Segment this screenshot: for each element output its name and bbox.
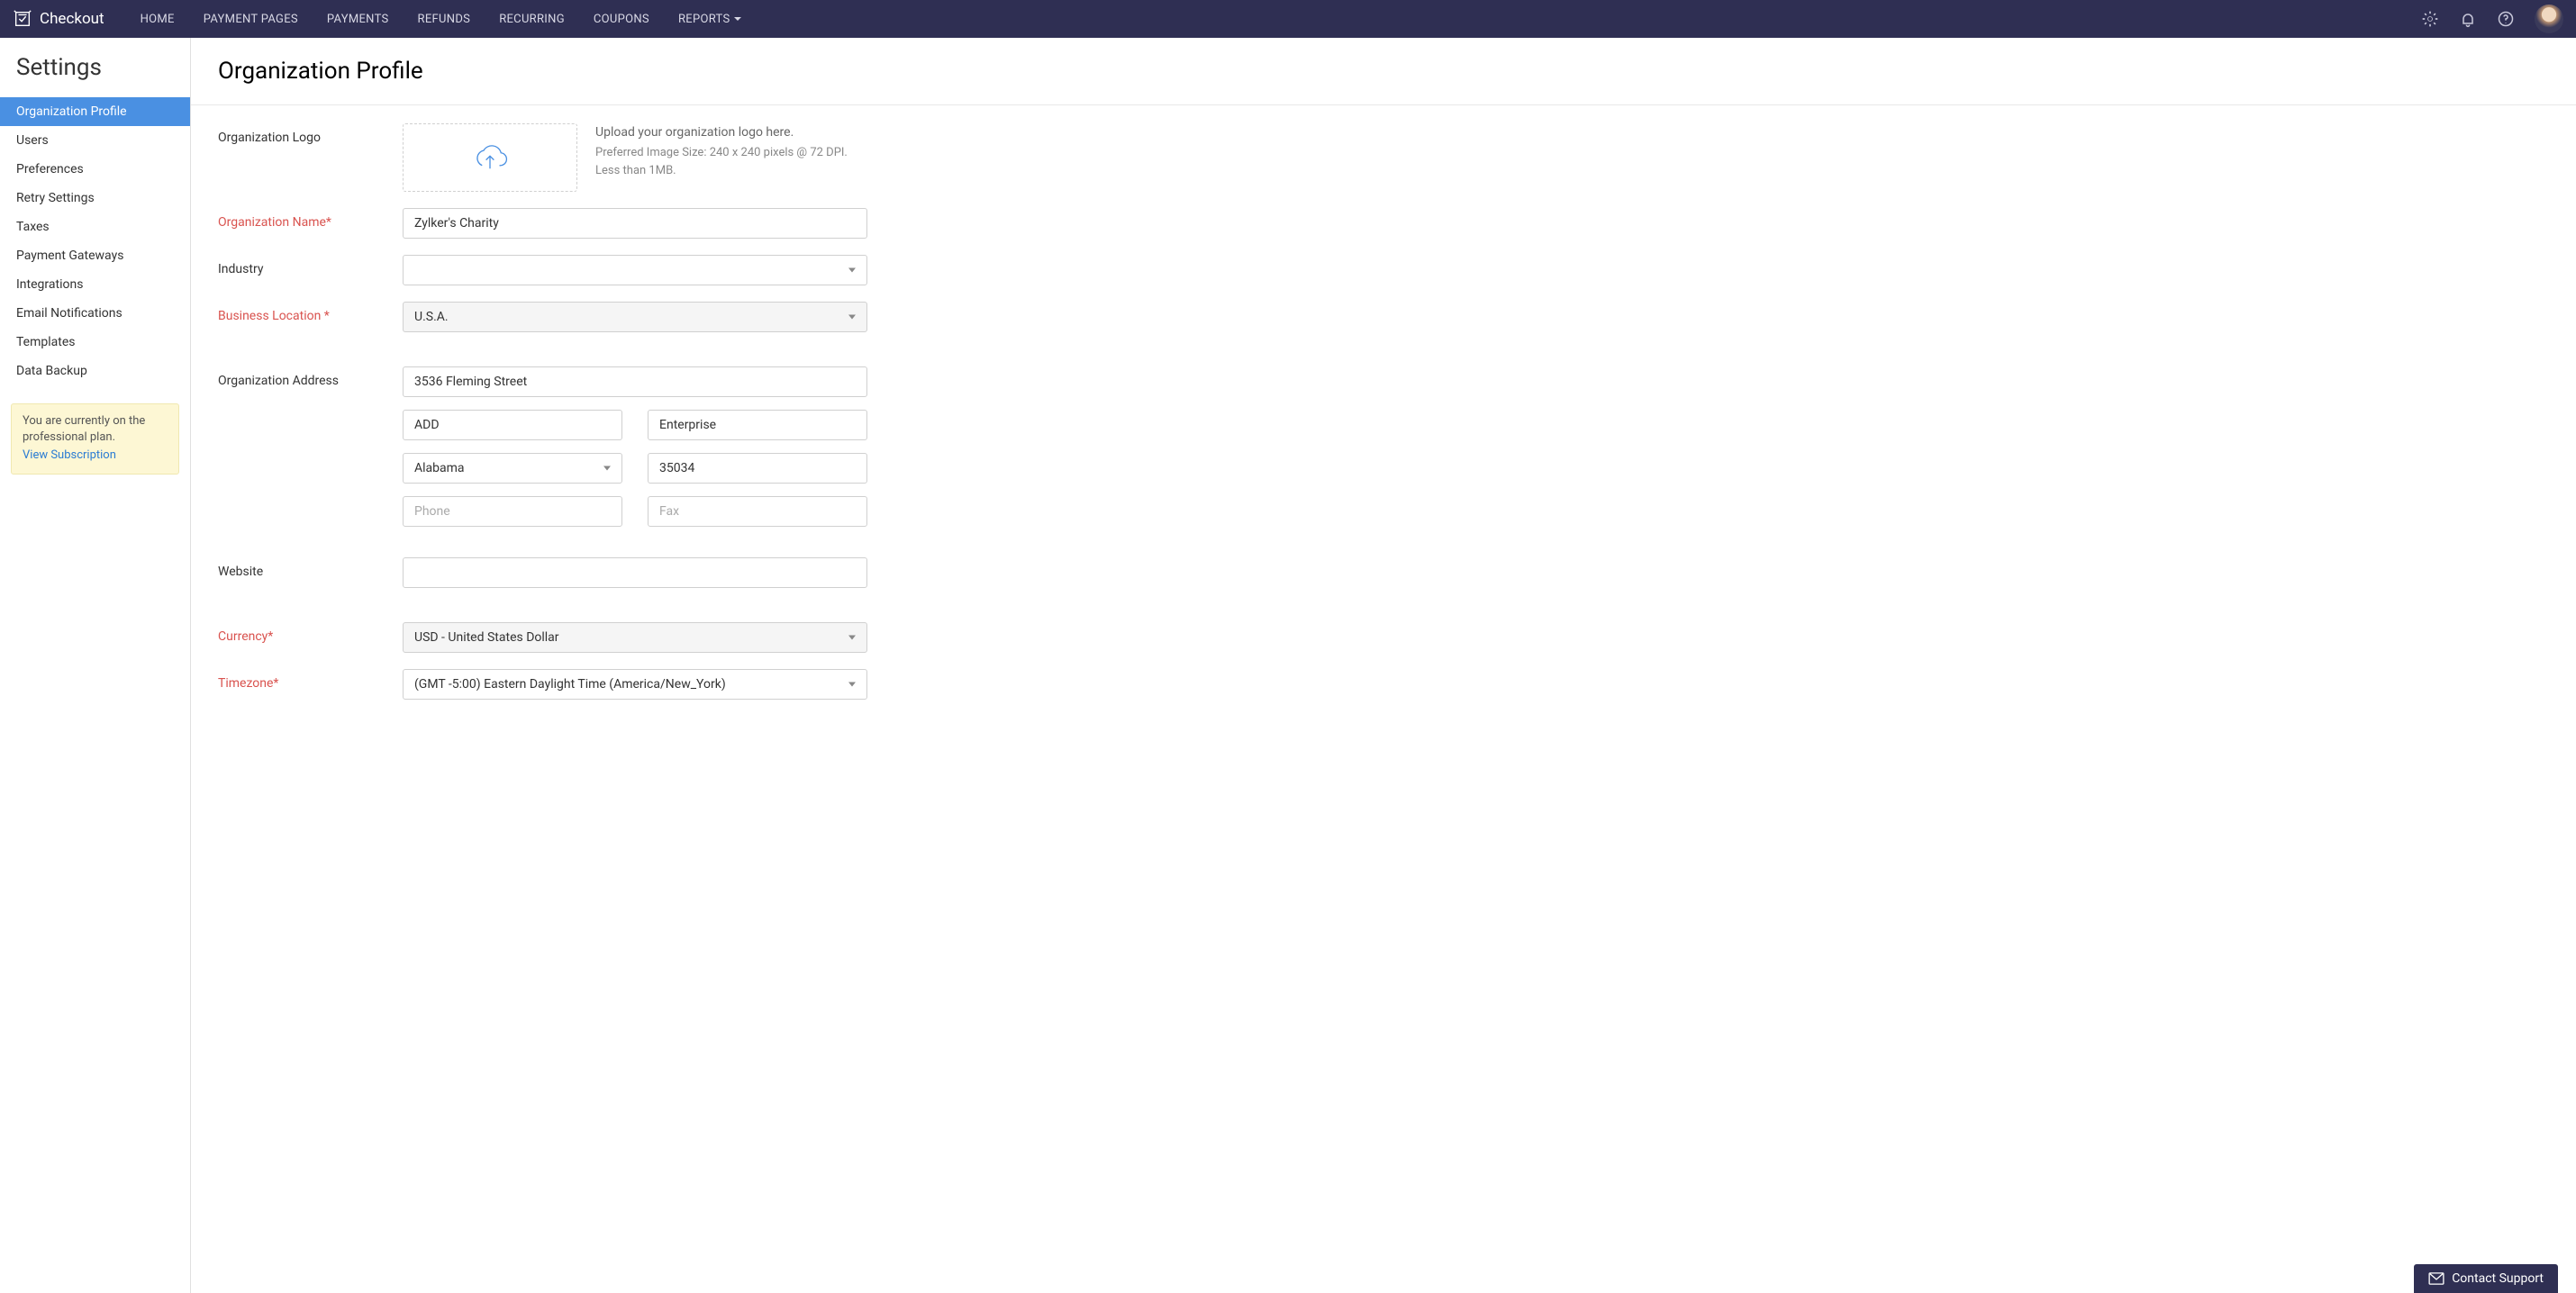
contact-support-button[interactable]: Contact Support	[2414, 1264, 2558, 1293]
tz-select[interactable]: (GMT -5:00) Eastern Daylight Time (Ameri…	[403, 669, 867, 700]
website-input[interactable]	[403, 557, 867, 588]
sidebar-item-retry[interactable]: Retry Settings	[0, 184, 190, 212]
zip-input[interactable]	[648, 453, 867, 484]
sidebar-item-templates[interactable]: Templates	[0, 328, 190, 357]
sidebar-item-integrations[interactable]: Integrations	[0, 270, 190, 299]
city-input[interactable]	[648, 410, 867, 440]
nav-payment-pages[interactable]: PAYMENT PAGES	[204, 13, 298, 26]
sidebar-item-backup[interactable]: Data Backup	[0, 357, 190, 385]
fax-input[interactable]	[648, 496, 867, 527]
logo-upload-box[interactable]	[403, 123, 577, 192]
industry-label: Industry	[218, 255, 403, 276]
nav-recurring[interactable]: RECURRING	[499, 13, 565, 26]
org-name-input[interactable]	[403, 208, 867, 239]
plan-text: You are currently on the professional pl…	[23, 414, 145, 444]
top-icons	[2421, 5, 2563, 33]
nav-payments[interactable]: PAYMENTS	[327, 13, 389, 26]
gear-icon[interactable]	[2421, 10, 2439, 28]
addr-line2-input[interactable]	[403, 410, 622, 440]
website-label: Website	[218, 557, 403, 579]
currency-label: Currency*	[218, 622, 403, 644]
page-title: Organization Profile	[191, 38, 2576, 105]
nav-reports[interactable]: REPORTS	[678, 13, 742, 26]
tz-label: Timezone*	[218, 669, 403, 691]
support-label: Contact Support	[2452, 1271, 2544, 1286]
industry-select[interactable]	[403, 255, 867, 285]
sidebar-item-taxes[interactable]: Taxes	[0, 212, 190, 241]
sidebar-item-email[interactable]: Email Notifications	[0, 299, 190, 328]
top-nav: HOME PAYMENT PAGES PAYMENTS REFUNDS RECU…	[141, 13, 742, 26]
upload-limit: Less than 1MB.	[595, 162, 848, 180]
biz-loc-select[interactable]: U.S.A.	[403, 302, 867, 332]
bell-icon[interactable]	[2459, 10, 2477, 28]
upload-icon	[471, 140, 509, 176]
upload-hint: Upload your organization logo here. Pref…	[595, 123, 848, 179]
sidebar-menu: Organization Profile Users Preferences R…	[0, 97, 190, 385]
top-bar: Checkout HOME PAYMENT PAGES PAYMENTS REF…	[0, 0, 2576, 38]
sidebar-item-org-profile[interactable]: Organization Profile	[0, 97, 190, 126]
biz-loc-label: Business Location *	[218, 302, 403, 323]
avatar[interactable]	[2535, 5, 2563, 33]
plan-box: You are currently on the professional pl…	[11, 403, 179, 475]
mail-icon	[2428, 1272, 2444, 1285]
upload-title: Upload your organization logo here.	[595, 123, 848, 142]
currency-select[interactable]: USD - United States Dollar	[403, 622, 867, 653]
app-name: Checkout	[40, 10, 104, 28]
org-name-label: Organization Name*	[218, 208, 403, 230]
state-select[interactable]: Alabama	[403, 453, 622, 484]
checkout-icon	[13, 9, 32, 29]
phone-input[interactable]	[403, 496, 622, 527]
nav-refunds[interactable]: REFUNDS	[418, 13, 471, 26]
app-logo[interactable]: Checkout	[13, 9, 104, 29]
help-icon[interactable]	[2497, 10, 2515, 28]
sidebar-item-gateways[interactable]: Payment Gateways	[0, 241, 190, 270]
upload-size: Preferred Image Size: 240 x 240 pixels @…	[595, 144, 848, 162]
street-input[interactable]	[403, 366, 867, 397]
sidebar-item-preferences[interactable]: Preferences	[0, 155, 190, 184]
content: Organization Profile Organization Logo U…	[191, 38, 2576, 1293]
view-subscription-link[interactable]: View Subscription	[23, 448, 116, 464]
nav-home[interactable]: HOME	[141, 13, 175, 26]
sidebar-item-users[interactable]: Users	[0, 126, 190, 155]
sidebar: Settings Organization Profile Users Pref…	[0, 38, 191, 1293]
addr-label: Organization Address	[218, 366, 403, 388]
nav-coupons[interactable]: COUPONS	[594, 13, 649, 26]
sidebar-title: Settings	[0, 54, 190, 97]
logo-label: Organization Logo	[218, 123, 403, 145]
